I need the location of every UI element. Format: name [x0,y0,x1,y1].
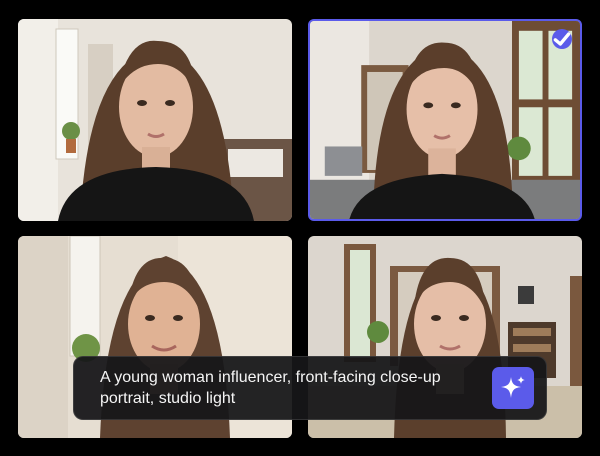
sparkle-icon [501,376,525,398]
image-tile-1[interactable] [18,19,292,221]
portrait-image-1 [18,19,292,221]
portrait-image-2 [310,21,580,219]
selected-checkmark-icon [552,29,572,49]
image-tile-2-selected[interactable] [308,19,582,221]
prompt-text[interactable]: A young woman influencer, front-facing c… [100,367,470,409]
prompt-bar[interactable]: A young woman influencer, front-facing c… [73,356,547,420]
generate-button[interactable] [492,367,534,409]
